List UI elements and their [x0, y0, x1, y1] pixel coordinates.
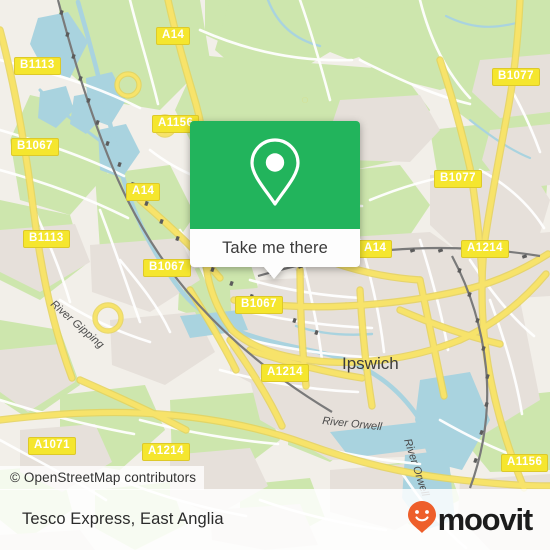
road-shield: A14 — [358, 240, 393, 259]
road-shield: B1113 — [23, 230, 70, 249]
moovit-wordmark: moovit — [437, 502, 534, 537]
road-shield: B1077 — [492, 68, 540, 87]
road-shield: B1113 — [14, 57, 61, 76]
footer-bar: Tesco Express, East Anglia moovit — [0, 489, 550, 550]
destination-callout-card[interactable]: Take me there — [190, 121, 360, 279]
moovit-smiley-pin-icon — [407, 500, 437, 539]
map-screenshot: River Gipping River Orwell River Orwell … — [0, 0, 550, 550]
osm-attribution[interactable]: © OpenStreetMap contributors — [0, 466, 205, 490]
road-shield: B1067 — [11, 138, 59, 157]
city-label-ipswich: Ipswich — [342, 354, 399, 373]
road-shield: A1214 — [461, 240, 509, 259]
road-shield: B1077 — [434, 170, 482, 189]
road-shield: B1067 — [143, 259, 191, 278]
moovit-logo[interactable]: moovit — [407, 500, 534, 539]
road-shield: A1071 — [28, 437, 76, 456]
road-shield: A1214 — [142, 443, 190, 462]
road-shield: B1067 — [235, 296, 283, 315]
road-shield: A1156 — [501, 454, 549, 473]
callout-pointer — [263, 266, 285, 279]
road-shield: A14 — [156, 27, 191, 46]
place-title: Tesco Express, East Anglia — [22, 510, 224, 528]
road-shield: A1214 — [261, 364, 309, 383]
take-me-there-button[interactable]: Take me there — [190, 229, 360, 267]
callout-icon-area — [190, 121, 360, 229]
road-shield: A14 — [126, 183, 161, 202]
map-pin-icon — [247, 136, 303, 215]
